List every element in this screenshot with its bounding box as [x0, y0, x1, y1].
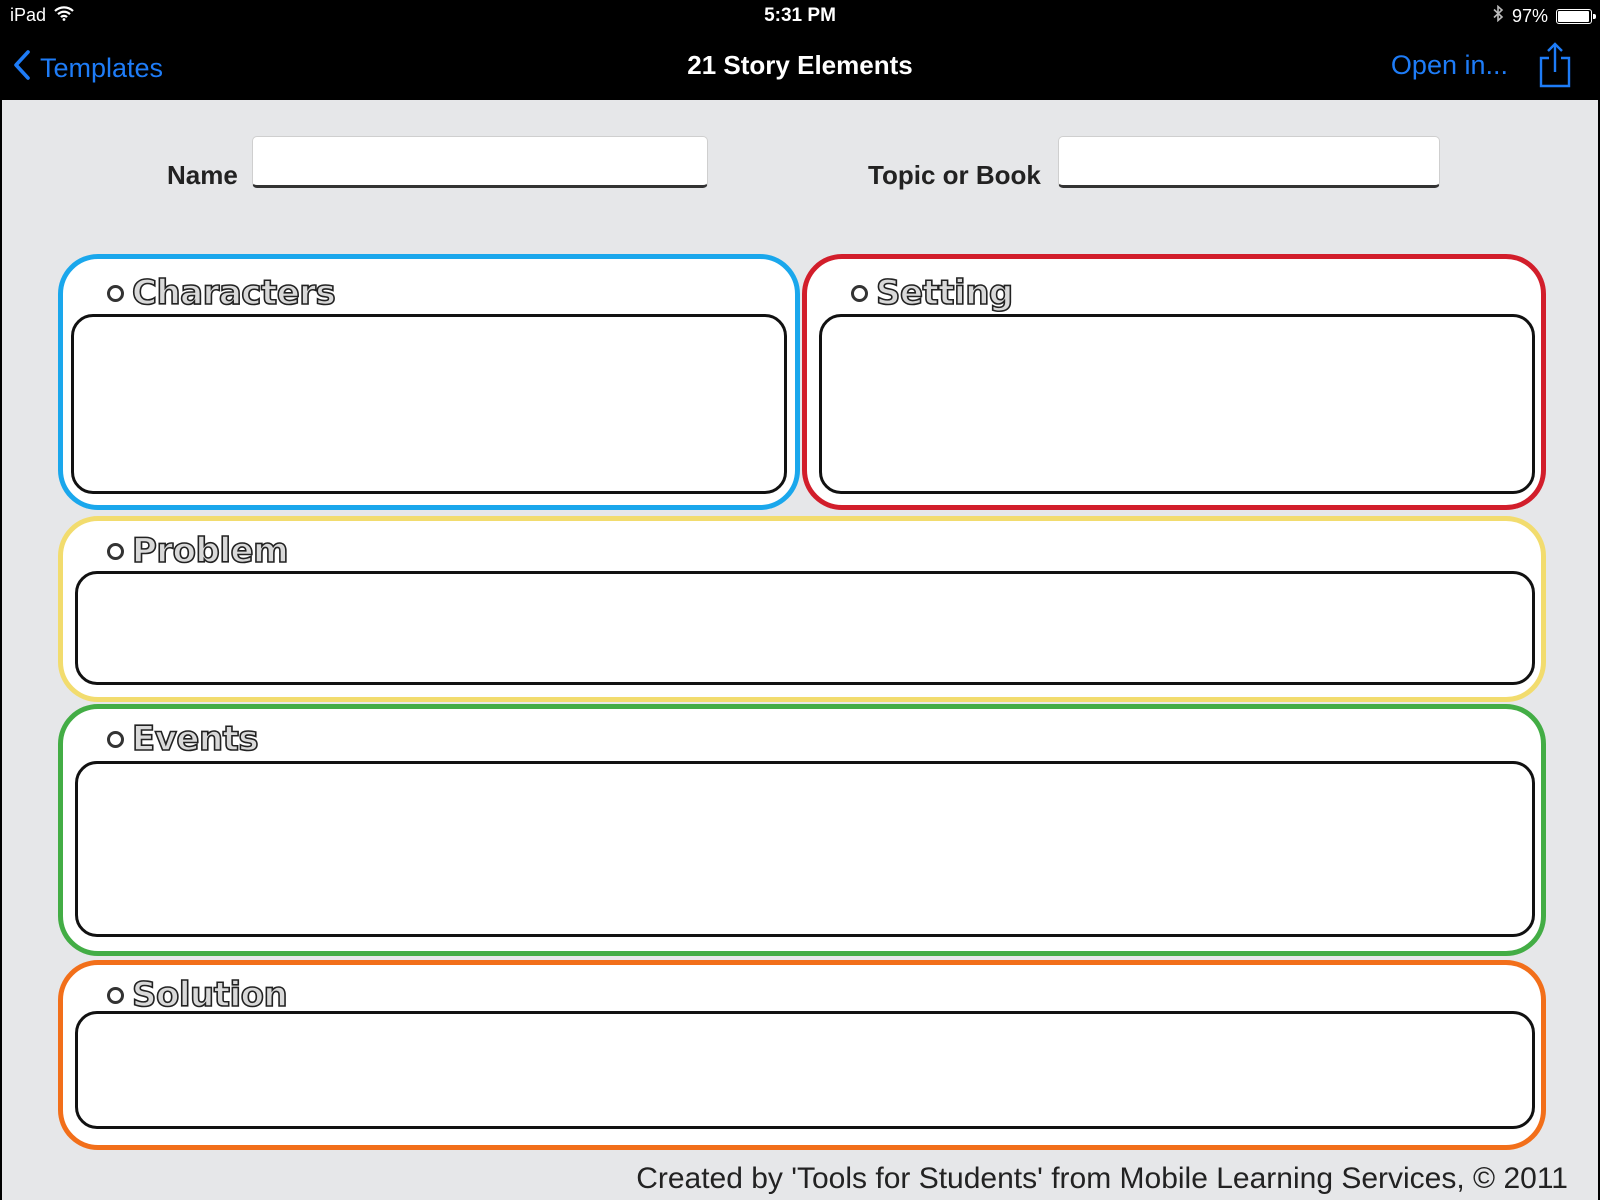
characters-answer-box[interactable]: [71, 314, 787, 494]
solution-heading: Solution: [107, 974, 288, 1016]
characters-section: Characters: [58, 254, 800, 510]
topic-label: Topic or Book: [868, 160, 1041, 190]
solution-title: Solution: [131, 974, 288, 1016]
problem-title: Problem: [131, 530, 289, 572]
events-title: Events: [131, 718, 259, 760]
events-section: Events: [58, 704, 1546, 956]
characters-heading: Characters: [107, 272, 337, 314]
characters-title: Characters: [131, 272, 336, 314]
open-in-button[interactable]: Open in...: [1391, 50, 1508, 81]
setting-section: Setting: [802, 254, 1546, 510]
bullet-icon: [107, 284, 124, 302]
footer-credit: Created by 'Tools for Students' from Mob…: [636, 1162, 1568, 1195]
status-bar-right: 97%: [1493, 4, 1596, 27]
events-heading: Events: [107, 718, 259, 760]
name-field[interactable]: [252, 136, 708, 188]
battery-level-fill: [1558, 10, 1589, 22]
share-button[interactable]: [1538, 42, 1572, 93]
setting-answer-box[interactable]: [819, 314, 1535, 494]
bullet-icon: [107, 542, 124, 560]
bullet-icon: [107, 730, 124, 748]
name-label: Name: [167, 160, 238, 190]
solution-section: Solution: [58, 960, 1546, 1150]
worksheet-page: Name Topic or Book Characters Setting Pr…: [2, 100, 1598, 1200]
document-title: 21 Story Elements: [687, 50, 913, 80]
bullet-icon: [107, 986, 124, 1004]
status-bar: iPad 5:31 PM 97%: [0, 0, 1600, 32]
problem-answer-box[interactable]: [75, 571, 1535, 685]
problem-heading: Problem: [107, 530, 289, 572]
events-answer-box[interactable]: [75, 761, 1535, 937]
bullet-icon: [851, 284, 868, 302]
share-icon: [1538, 42, 1572, 92]
battery-percent: 97%: [1511, 5, 1548, 26]
setting-title: Setting: [875, 272, 1014, 314]
solution-answer-box[interactable]: [75, 1011, 1535, 1129]
status-time: 5:31 PM: [764, 5, 836, 26]
navigation-bar: Templates 21 Story Elements Open in...: [0, 32, 1600, 100]
bluetooth-icon: [1493, 4, 1504, 27]
battery-icon: [1556, 8, 1596, 24]
problem-section: Problem: [58, 516, 1546, 702]
topic-field[interactable]: [1058, 136, 1440, 188]
setting-heading: Setting: [851, 272, 1014, 314]
